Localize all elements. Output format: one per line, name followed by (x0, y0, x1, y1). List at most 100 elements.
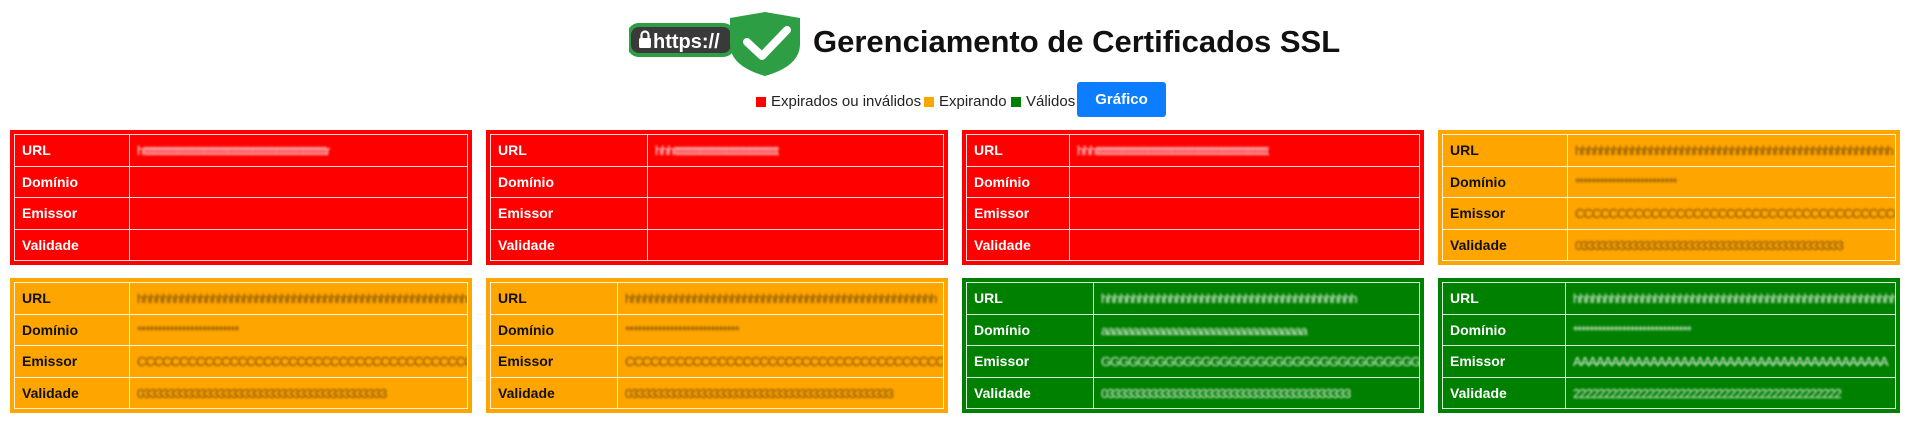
field-label-validity: Validade (1442, 376, 1566, 409)
logo-text: https:// (653, 31, 720, 53)
redacted-url-value: hhhhhhhhhhhhhhhhhhhhhhhhhhhhhhhhhhhhhhhh… (1101, 291, 1357, 307)
certificate-card-valid: URL hhhhhhhhhhhhhhhhhhhhhhhhhhhhhhhhhhhhh… (1438, 278, 1900, 413)
table-row: Domínio (966, 165, 1420, 198)
certificate-card-expired: URL hhhtttttttttttttttttttttttttttttttttt… (486, 130, 948, 265)
table-row: URL hhhtttttttttttttttttttttttttttttttttt… (490, 134, 944, 167)
field-label-domain: Domínio (14, 165, 130, 198)
table-row: URL hhhtttttttttttttttttttttttttttttttttt… (966, 134, 1420, 167)
table-row: Domínio ***************************** (1442, 313, 1896, 346)
certificate-table: URL htttttttttttttttttttttttttttttttttttt… (14, 134, 468, 261)
domain-value: ***************************** (1565, 313, 1896, 346)
table-row: Emissor (490, 197, 944, 230)
issuer-value: CCCCCCCCCCCCCCCCCCCCCCCCCCCCCCCCCCCCCCCC… (1567, 197, 1896, 230)
legend-expiring-label: Expirando (939, 93, 1007, 110)
field-label-issuer: Emissor (966, 345, 1094, 378)
url-value: hhhhhhhhhhhhhhhhhhhhhhhhhhhhhhhhhhhhhhhh… (1565, 282, 1896, 315)
field-label-issuer: Emissor (14, 345, 130, 378)
field-label-issuer: Emissor (966, 197, 1070, 230)
redacted-issuer-value: CCCCCCCCCCCCCCCCCCCCCCCCCCCCCCCCCCCCCCCC… (625, 354, 944, 370)
redacted-issuer-value: AAAAAAAAAAAAAAAAAAAAAAAAAAAAAAAAAAAAAAAA… (1573, 354, 1889, 370)
field-label-validity: Validade (14, 376, 130, 409)
field-label-domain: Domínio (490, 165, 648, 198)
table-row: Validade 03333333333333333333333333333333… (1442, 228, 1896, 261)
legend-expiring: Expirando (924, 93, 1007, 110)
https-shield-logo: https:// (629, 12, 800, 76)
table-row: Validade (966, 228, 1420, 261)
redacted-domain-value: aaaaaaaaaaaaaaaaaaaaaaaaaaaaaaaaa (1101, 322, 1308, 338)
redacted-url-value: hhhhhhhhhhhhhhhhhhhhhhhhhhhhhhhhhhhhhhhh… (137, 291, 468, 307)
redacted-url-value: hhhhhhhhhhhhhhhhhhhhhhhhhhhhhhhhhhhhhhhh… (1573, 291, 1895, 307)
url-value: hhhhhhhhhhhhhhhhhhhhhhhhhhhhhhhhhhhhhhhh… (617, 282, 944, 315)
chart-button[interactable]: Gráfico (1077, 82, 1166, 117)
issuer-value: CCCCCCCCCCCCCCCCCCCCCCCCCCCCCCCCCCCCCCCC… (129, 345, 468, 378)
url-value: httttttttttttttttttttttttttttttttttttttt… (129, 134, 468, 167)
field-label-validity: Validade (14, 228, 130, 261)
redacted-url-value: httttttttttttttttttttttttttttttttttttttt… (137, 143, 330, 159)
redacted-url-value: hhhttttttttttttttttttttttttttttttttttttt… (655, 143, 779, 159)
field-label-domain: Domínio (490, 313, 618, 346)
field-label-url: URL (966, 282, 1094, 315)
certificate-card-expiring: URL hhhhhhhhhhhhhhhhhhhhhhhhhhhhhhhhhhhhh… (10, 278, 472, 413)
certificate-card-expiring: URL hhhhhhhhhhhhhhhhhhhhhhhhhhhhhhhhhhhhh… (486, 278, 948, 413)
certificate-table: URL hhhtttttttttttttttttttttttttttttttttt… (490, 134, 944, 261)
field-label-url: URL (490, 134, 648, 167)
field-label-issuer: Emissor (490, 197, 648, 230)
table-row: Domínio ************************* (1442, 165, 1896, 198)
domain-value: ************************* (129, 313, 468, 346)
table-row: URL hhhhhhhhhhhhhhhhhhhhhhhhhhhhhhhhhhhhh… (966, 282, 1420, 315)
validity-value (647, 228, 944, 261)
table-row: Emissor CCCCCCCCCCCCCCCCCCCCCCCCCCCCCCCCC… (490, 345, 944, 378)
redacted-validity-value: 0333333333333333333333333333333333333333… (625, 385, 894, 401)
issuer-value: AAAAAAAAAAAAAAAAAAAAAAAAAAAAAAAAAAAAAAAA… (1565, 345, 1896, 378)
redacted-url-value: hhhttttttttttttttttttttttttttttttttttttt… (1077, 143, 1269, 159)
validity-value: 0333333333333333333333333333333333333333… (617, 376, 944, 409)
field-label-domain: Domínio (966, 313, 1094, 346)
certificate-table: URL hhhhhhhhhhhhhhhhhhhhhhhhhhhhhhhhhhhhh… (1442, 282, 1896, 409)
table-row: Domínio (14, 165, 468, 198)
issuer-value: CCCCCCCCCCCCCCCCCCCCCCCCCCCCCCCCCCCCCCCC… (617, 345, 944, 378)
redacted-validity-value: 0333333333333333333333333333333333333333 (1101, 385, 1351, 401)
redacted-validity-value: 0333333333333333333333333333333333333333 (137, 385, 387, 401)
field-label-domain: Domínio (966, 165, 1070, 198)
table-row: Validade 03333333333333333333333333333333… (966, 376, 1420, 409)
field-label-url: URL (966, 134, 1070, 167)
redacted-issuer-value: CCCCCCCCCCCCCCCCCCCCCCCCCCCCCCCCCCCCCCCC… (1575, 206, 1895, 222)
field-label-domain: Domínio (1442, 313, 1566, 346)
validity-value (129, 228, 468, 261)
table-row: URL hhhhhhhhhhhhhhhhhhhhhhhhhhhhhhhhhhhhh… (1442, 282, 1896, 315)
field-label-issuer: Emissor (490, 345, 618, 378)
field-label-issuer: Emissor (14, 197, 130, 230)
certificate-card-expired: URL htttttttttttttttttttttttttttttttttttt… (10, 130, 472, 265)
status-legend: Expirados ou inválidos Expirando Válidos… (0, 82, 1908, 118)
domain-value: ************************* (1567, 165, 1896, 198)
table-row: URL htttttttttttttttttttttttttttttttttttt… (14, 134, 468, 167)
table-row: Validade 03333333333333333333333333333333… (14, 376, 468, 409)
url-value: hhhhhhhhhhhhhhhhhhhhhhhhhhhhhhhhhhhhhhhh… (129, 282, 468, 315)
table-row: Emissor GGGGGGGGGGGGGGGGGGGGGGGGGGGGGGGGG… (966, 345, 1420, 378)
field-label-domain: Domínio (1442, 165, 1568, 198)
certificate-table: URL hhhhhhhhhhhhhhhhhhhhhhhhhhhhhhhhhhhhh… (14, 282, 468, 409)
field-label-issuer: Emissor (1442, 345, 1566, 378)
redacted-issuer-value: CCCCCCCCCCCCCCCCCCCCCCCCCCCCCCCCCCCCCCCC… (137, 354, 467, 370)
redacted-issuer-value: GGGGGGGGGGGGGGGGGGGGGGGGGGGGGGGGGGGGGGG (1101, 354, 1420, 370)
validity-value: 0333333333333333333333333333333333333333 (129, 376, 468, 409)
page-header: https:// Gerenciamento de Certificados S… (0, 10, 1908, 76)
field-label-validity: Validade (966, 228, 1070, 261)
table-row: Validade (490, 228, 944, 261)
redacted-domain-value: ************************* (1575, 174, 1677, 190)
certificate-card-valid: URL hhhhhhhhhhhhhhhhhhhhhhhhhhhhhhhhhhhhh… (962, 278, 1424, 413)
validity-value: 2222222222222222222222222222222222222222… (1565, 376, 1896, 409)
page-title: Gerenciamento de Certificados SSL (813, 24, 1341, 59)
field-label-issuer: Emissor (1442, 197, 1568, 230)
expired-swatch-icon (756, 96, 766, 107)
issuer-value (1069, 197, 1420, 230)
field-label-domain: Domínio (14, 313, 130, 346)
validity-value: 0333333333333333333333333333333333333333 (1093, 376, 1420, 409)
certificate-table: URL hhhhhhhhhhhhhhhhhhhhhhhhhhhhhhhhhhhhh… (1442, 134, 1896, 261)
field-label-url: URL (490, 282, 618, 315)
redacted-domain-value: ************************* (137, 322, 239, 338)
table-row: Emissor AAAAAAAAAAAAAAAAAAAAAAAAAAAAAAAAA… (1442, 345, 1896, 378)
table-row: Validade 22222222222222222222222222222222… (1442, 376, 1896, 409)
issuer-value (647, 197, 944, 230)
table-row: URL hhhhhhhhhhhhhhhhhhhhhhhhhhhhhhhhhhhhh… (490, 282, 944, 315)
